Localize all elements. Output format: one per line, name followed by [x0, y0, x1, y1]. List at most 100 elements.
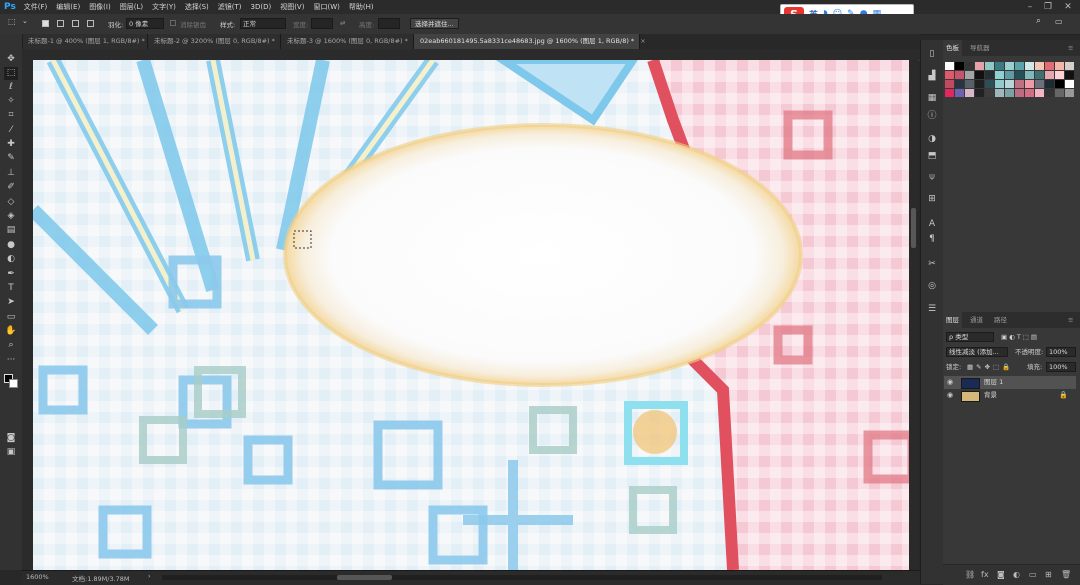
menu-3d[interactable]: 3D(D): [251, 3, 272, 11]
width-input[interactable]: [311, 18, 333, 29]
search-icon[interactable]: ⌕: [1036, 16, 1041, 26]
color-swatch[interactable]: [1055, 71, 1064, 79]
history-icon[interactable]: ▯: [925, 48, 939, 61]
color-swatch[interactable]: [1055, 80, 1064, 88]
color-swatch[interactable]: [1015, 89, 1024, 97]
new-selection-icon[interactable]: [42, 20, 49, 27]
trash-icon[interactable]: 🗑: [1061, 570, 1071, 579]
tab-swatches[interactable]: 色板: [943, 40, 962, 56]
layer-filter-select[interactable]: ρ 类型: [946, 332, 994, 342]
info-icon[interactable]: ⓘ: [925, 110, 939, 123]
color-swatch[interactable]: [1015, 80, 1024, 88]
color-swatch[interactable]: [985, 71, 994, 79]
healing-brush-icon[interactable]: ✚: [4, 138, 18, 151]
tab-paths[interactable]: 路径: [991, 312, 1010, 328]
intersect-selection-icon[interactable]: [87, 20, 94, 27]
antialias-checkbox[interactable]: [170, 20, 176, 26]
fx-icon[interactable]: fx: [981, 570, 989, 579]
menu-window[interactable]: 窗口(W): [313, 2, 339, 12]
color-swatch[interactable]: [1065, 71, 1074, 79]
color-swatch[interactable]: [955, 80, 964, 88]
color-swatch[interactable]: [945, 89, 954, 97]
mask-icon[interactable]: ◙: [997, 570, 1005, 579]
color-swatch[interactable]: [945, 71, 954, 79]
color-swatch[interactable]: [1045, 71, 1054, 79]
fill-tool-icon[interactable]: ◈: [4, 210, 18, 223]
color-swatch[interactable]: [1025, 89, 1034, 97]
color-swatch[interactable]: [1035, 71, 1044, 79]
3d-icon[interactable]: ◎: [925, 280, 939, 293]
magic-wand-icon[interactable]: ✧: [4, 95, 18, 108]
brush-icon[interactable]: ⍦: [925, 171, 939, 184]
clone-source-icon[interactable]: ⊞: [925, 193, 939, 206]
color-swatch[interactable]: [955, 71, 964, 79]
color-swatch[interactable]: [995, 71, 1004, 79]
properties-icon[interactable]: ☰: [925, 303, 939, 316]
zoom-tool-icon[interactable]: ⌕: [4, 339, 18, 352]
color-swatch[interactable]: [945, 62, 954, 70]
tab-untitled-3[interactable]: 未标题-3 @ 1600% (图层 0, RGB/8#) *×: [281, 34, 419, 49]
color-swatch[interactable]: [1005, 89, 1014, 97]
color-swatch[interactable]: [975, 89, 984, 97]
quick-mask-icon[interactable]: ◙: [4, 432, 18, 445]
color-swatch[interactable]: [1025, 80, 1034, 88]
new-layer-icon[interactable]: ⊞: [1045, 570, 1052, 579]
styles-icon[interactable]: ⬒: [925, 150, 939, 163]
color-swatch[interactable]: [995, 80, 1004, 88]
crop-tool-icon[interactable]: ⌗: [4, 109, 18, 122]
scrollbar-thumb[interactable]: [337, 575, 392, 580]
color-swatch[interactable]: [1035, 89, 1044, 97]
pen-tool-icon[interactable]: ✒: [4, 268, 18, 281]
dodge-tool-icon[interactable]: ◐: [4, 253, 18, 266]
color-swatch[interactable]: [975, 62, 984, 70]
more-tools-icon[interactable]: ···: [4, 354, 18, 367]
filter-icons[interactable]: ▣◐T⬚▤: [1001, 331, 1039, 343]
eye-icon[interactable]: ◉: [947, 389, 953, 402]
color-swatch[interactable]: [1055, 62, 1064, 70]
zoom-level[interactable]: 1600%: [26, 573, 49, 581]
history-brush-icon[interactable]: ✐: [4, 181, 18, 194]
color-swatch[interactable]: [965, 89, 974, 97]
eyedropper-icon[interactable]: ⁄: [4, 124, 18, 137]
color-swatch[interactable]: [995, 62, 1004, 70]
color-swatch[interactable]: [995, 89, 1004, 97]
feather-input[interactable]: 0 像素: [126, 18, 164, 29]
type-tool-icon[interactable]: T: [4, 282, 18, 295]
color-swatch[interactable]: [1045, 80, 1054, 88]
close-icon[interactable]: ×: [640, 37, 645, 45]
color-swatch[interactable]: [975, 71, 984, 79]
color-swatch[interactable]: [1065, 62, 1074, 70]
menu-type[interactable]: 文字(Y): [152, 2, 176, 12]
color-swatch[interactable]: [965, 71, 974, 79]
tab-layers[interactable]: 图层: [943, 312, 962, 328]
rectangle-tool-icon[interactable]: ▭: [4, 311, 18, 324]
background-color[interactable]: [9, 379, 18, 388]
tab-untitled-2[interactable]: 未标题-2 @ 3200% (图层 0, RGB/8#) *×: [148, 34, 286, 49]
vertical-scrollbar[interactable]: [909, 60, 918, 570]
swap-icon[interactable]: ⇄: [340, 19, 345, 27]
color-swatch[interactable]: [1005, 80, 1014, 88]
menu-view[interactable]: 视图(V): [280, 2, 304, 12]
brush-tool-icon[interactable]: ✎: [4, 152, 18, 165]
chevron-down-icon[interactable]: ⌄: [22, 17, 28, 25]
tab-channels[interactable]: 通道: [967, 312, 986, 328]
color-swatch[interactable]: [1025, 71, 1034, 79]
horizontal-scrollbar[interactable]: [162, 575, 882, 580]
paragraph-icon[interactable]: ¶: [925, 233, 939, 246]
character-icon[interactable]: A: [925, 218, 939, 231]
select-and-mask-button[interactable]: 选择并遮住...: [410, 18, 459, 29]
color-swatch[interactable]: [955, 62, 964, 70]
color-swatch[interactable]: [965, 62, 974, 70]
status-arrow-icon[interactable]: ›: [148, 572, 151, 580]
screen-mode-icon[interactable]: ▣: [4, 446, 18, 459]
layer-row[interactable]: ◉ 背景 🔒: [944, 389, 1076, 402]
hand-tool-icon[interactable]: ✋: [4, 325, 18, 338]
move-tool-icon[interactable]: ✥: [4, 53, 18, 66]
color-swatch[interactable]: [975, 80, 984, 88]
add-selection-icon[interactable]: [57, 20, 64, 27]
fill-input[interactable]: 100%: [1046, 362, 1076, 372]
histogram-icon[interactable]: ▟: [925, 70, 939, 83]
menu-file[interactable]: 文件(F): [24, 2, 48, 12]
menu-help[interactable]: 帮助(H): [349, 2, 374, 12]
swatch-icon[interactable]: ▦: [925, 92, 939, 105]
